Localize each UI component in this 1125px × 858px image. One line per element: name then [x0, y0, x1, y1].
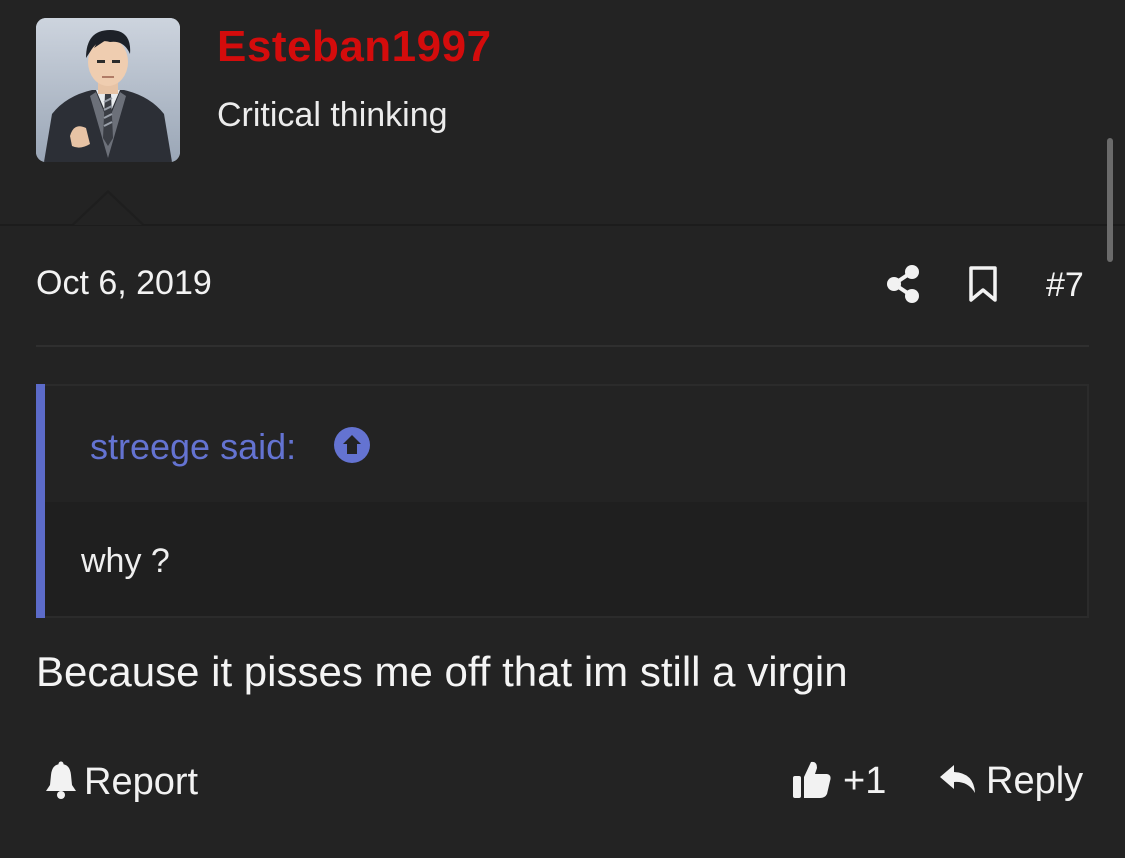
report-label: Report [84, 760, 199, 803]
user-header: Esteban1997 Critical thinking [0, 0, 1125, 226]
quote-block: streege said: why ? [36, 384, 1089, 618]
reply-button[interactable]: Reply [938, 758, 1083, 804]
header-pointer-fill [74, 193, 142, 225]
report-button[interactable]: Report [44, 760, 198, 804]
post-number-link[interactable]: #7 [1046, 266, 1084, 305]
username[interactable]: Esteban1997 [217, 22, 492, 72]
scrollbar[interactable] [1107, 138, 1113, 262]
share-icon[interactable] [885, 264, 921, 304]
bookmark-icon[interactable] [968, 265, 998, 303]
like-count: +1 [843, 759, 887, 802]
divider [36, 345, 1089, 347]
avatar-image [36, 18, 180, 162]
quote-author-link[interactable]: streege said: [90, 426, 296, 468]
forum-post: Esteban1997 Critical thinking Oct 6, 201… [0, 0, 1125, 858]
thumbs-up-icon [791, 758, 833, 805]
quote-header: streege said: [45, 386, 1087, 502]
quote-accent-bar [36, 384, 45, 618]
quote-body: why ? [45, 502, 1087, 616]
arrow-up-circle-icon[interactable] [333, 426, 371, 464]
post-message: Because it pisses me off that im still a… [36, 648, 848, 695]
user-title: Critical thinking [217, 96, 448, 134]
quote-text: why ? [81, 542, 170, 580]
bell-icon [44, 761, 78, 804]
post-date[interactable]: Oct 6, 2019 [36, 264, 212, 303]
reply-arrow-icon [938, 761, 978, 802]
like-button[interactable]: +1 [791, 758, 886, 804]
avatar[interactable] [36, 18, 180, 162]
reply-label: Reply [986, 759, 1084, 802]
